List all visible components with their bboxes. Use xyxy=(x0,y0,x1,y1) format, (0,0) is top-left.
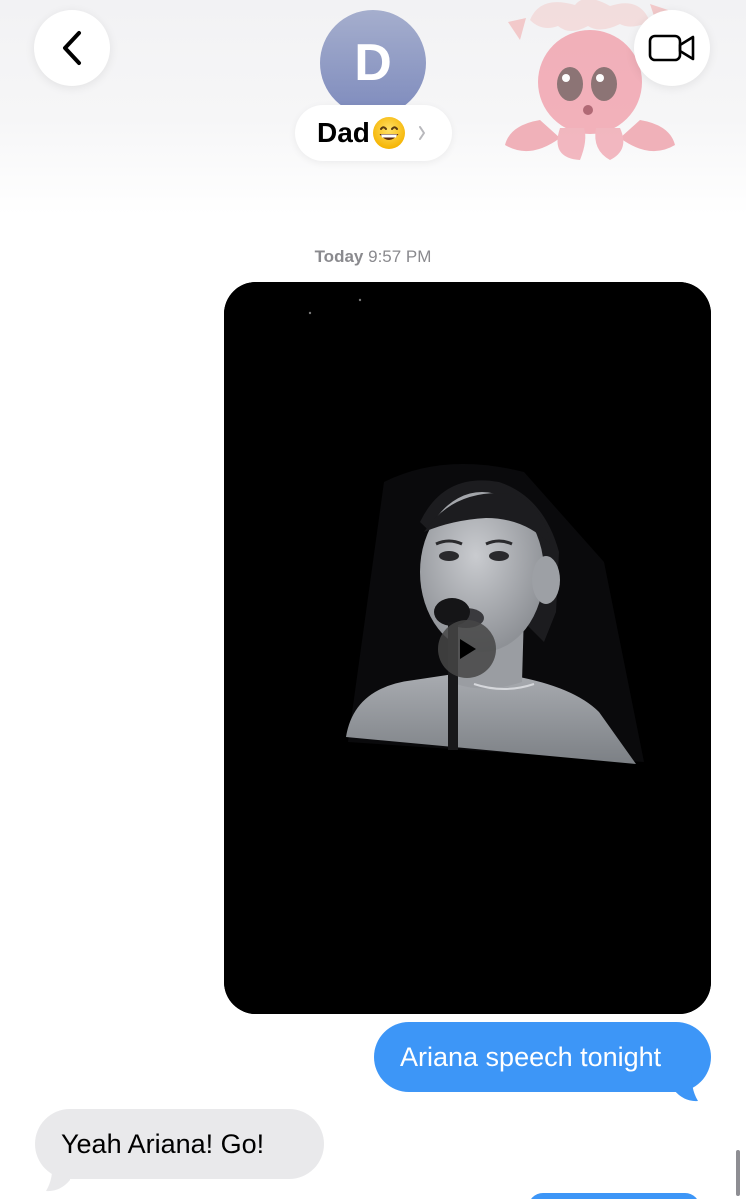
message-text: Ariana speech tonight xyxy=(400,1041,662,1072)
video-camera-icon xyxy=(648,34,695,62)
play-icon xyxy=(460,639,476,659)
contact-name: Dad xyxy=(317,117,370,148)
message-text: Yeah Ariana! Go! xyxy=(61,1128,265,1159)
received-bubble-tail xyxy=(46,1158,70,1192)
timestamp-time: 9:57 PM xyxy=(368,247,432,266)
contact-name-button[interactable]: Dad xyxy=(295,105,452,161)
timestamp-day: Today xyxy=(314,247,364,266)
play-button[interactable] xyxy=(438,620,496,678)
chevron-right-icon xyxy=(418,126,425,140)
received-message-bubble[interactable]: Yeah Ariana! Go! xyxy=(35,1109,324,1179)
grinning-face-emoji-icon xyxy=(372,117,405,149)
avatar-initial: D xyxy=(354,34,392,92)
video-message[interactable] xyxy=(224,282,711,1014)
next-sent-message-bubble[interactable] xyxy=(528,1193,700,1199)
facetime-video-button[interactable] xyxy=(634,10,710,86)
chevron-left-icon xyxy=(63,31,81,65)
scrollbar[interactable] xyxy=(736,1150,740,1196)
sent-bubble-tail xyxy=(674,1068,698,1102)
message-timestamp: Today 9:57 PM xyxy=(0,247,746,267)
back-button[interactable] xyxy=(34,10,110,86)
contact-avatar[interactable]: D xyxy=(320,10,426,116)
sent-message-bubble[interactable]: Ariana speech tonight xyxy=(374,1022,711,1092)
